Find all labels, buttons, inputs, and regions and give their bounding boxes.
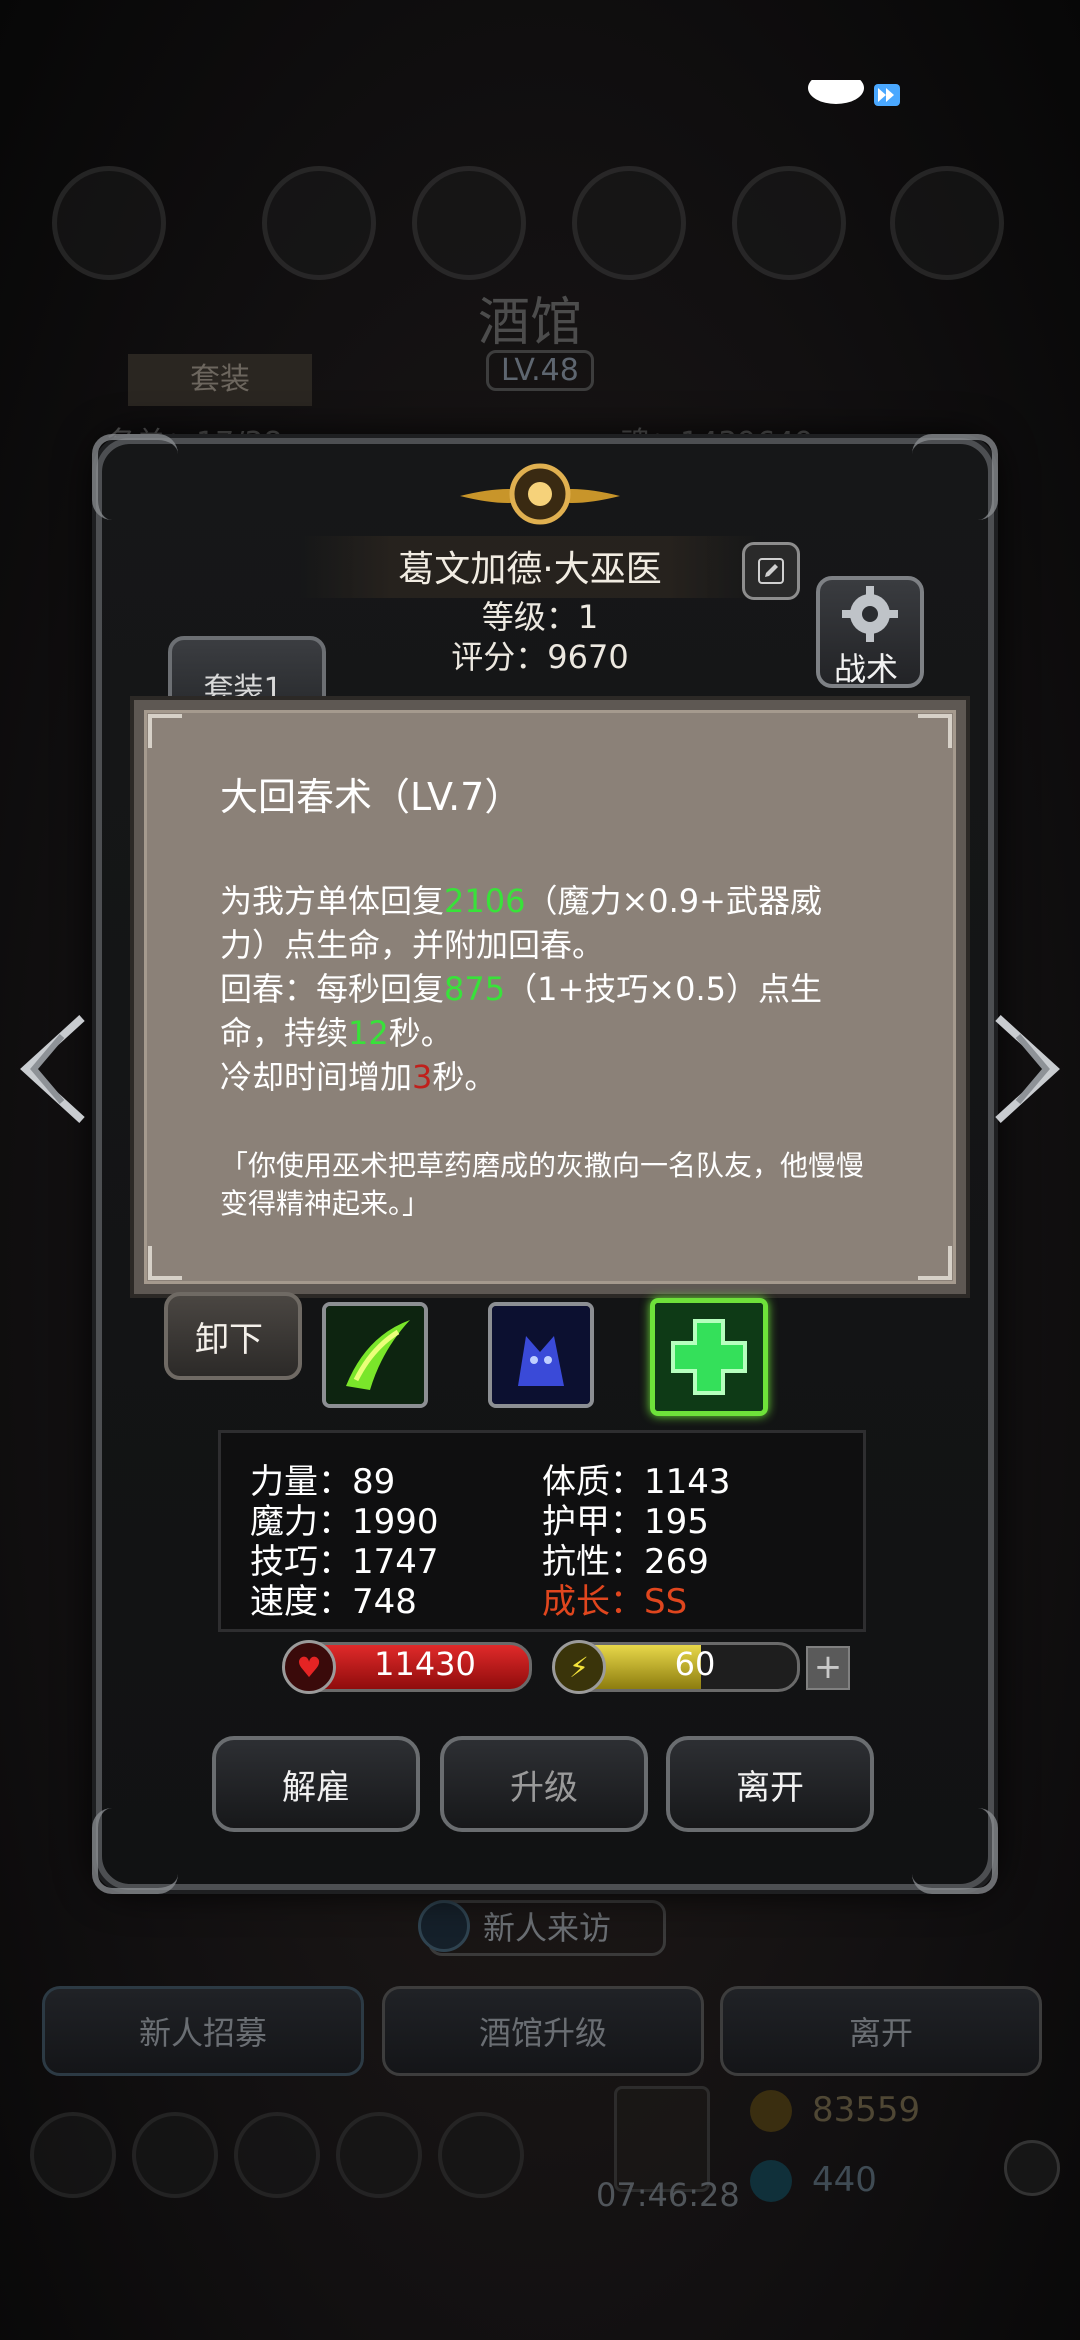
hero-name: 葛文加德·大巫医 (398, 549, 662, 590)
dock-icon (132, 2112, 218, 2198)
panel-ornament (92, 434, 178, 520)
desc-text: 回春：每秒回复 (220, 970, 445, 1008)
desc-text: 为我方单体回复 (220, 882, 445, 920)
green-cross-heal-skill-icon[interactable] (650, 1298, 768, 1416)
dock-icon (234, 2112, 320, 2198)
hero-score: 评分：9670 (451, 638, 629, 676)
green-slash-skill-icon[interactable] (322, 1302, 428, 1408)
skill-description-line: 回春：每秒回复875（1+技巧×0.5）点生 (220, 964, 822, 1010)
skill-description-line: 力）点生命，并附加回春。 (220, 926, 605, 964)
heart-icon: ♥ (282, 1640, 336, 1694)
stat-speed: 速度：748 (250, 1582, 417, 1622)
panel-ornament (912, 1808, 998, 1894)
recruit-button: 新人招募 (42, 1986, 364, 2076)
upgrade-button[interactable]: 升级 (440, 1736, 648, 1832)
gold-coin-icon (750, 2090, 792, 2132)
gem-amount: 440 (812, 2160, 877, 2200)
tactics-label: 战术 (833, 650, 898, 688)
tooltip-corner (148, 714, 182, 748)
cooldown-increase: 3 (412, 1058, 433, 1096)
gear-icon (842, 586, 898, 642)
panel-ornament (912, 434, 998, 520)
gold-amount: 83559 (812, 2090, 921, 2130)
skill-flavor-text: 变得精神起来。」 (220, 1187, 431, 1220)
skill-description-line: 冷却时间增加3秒。 (220, 1052, 496, 1098)
tavern-upgrade-button: 酒馆升级 (382, 1986, 704, 2076)
energy-value: 60 (674, 1645, 716, 1683)
background-set-tab: 套装 (128, 354, 312, 406)
previous-hero-arrow-icon[interactable] (12, 1010, 90, 1128)
visitor-icon (418, 1900, 470, 1952)
background-hero-portrait-icon (52, 166, 166, 280)
unequip-label: 卸下 (195, 1320, 263, 1360)
ad-indicator-icon[interactable] (806, 80, 906, 110)
dismiss-button[interactable]: 解雇 (212, 1736, 420, 1832)
add-energy-button[interactable]: + (806, 1646, 850, 1690)
stat-growth: 成长：SS (542, 1582, 688, 1622)
regen-duration: 12 (348, 1014, 389, 1052)
desc-text: 命，持续 (220, 1014, 349, 1052)
desc-text: （1+技巧×0.5）点生 (505, 970, 822, 1008)
panel-ornament (92, 1808, 178, 1894)
blue-wolf-skill-icon[interactable] (488, 1302, 594, 1408)
regen-amount: 875 (444, 970, 506, 1008)
next-hero-arrow-icon[interactable] (990, 1010, 1068, 1128)
leave-button[interactable]: 离开 (666, 1736, 874, 1832)
heal-amount: 2106 (444, 882, 526, 920)
edit-name-button[interactable] (742, 542, 800, 600)
skill-description-line: 命，持续12秒。 (220, 1008, 453, 1054)
tooltip-corner (918, 1246, 952, 1280)
background-hero-portrait-icon (412, 166, 526, 280)
tooltip-corner (918, 714, 952, 748)
pencil-icon (758, 558, 784, 584)
gift-timer: 07:46:28 (596, 2176, 740, 2214)
desc-text: 秒。 (388, 1014, 453, 1052)
desc-text: （魔力×0.9+武器威 (525, 882, 822, 920)
background-leave-button: 离开 (720, 1986, 1042, 2076)
skill-description-line: 为我方单体回复2106（魔力×0.9+武器威 (220, 876, 822, 922)
background-hero-portrait-icon (890, 166, 1004, 280)
dock-icon (438, 2112, 524, 2198)
golden-emblem-icon (460, 463, 620, 525)
skill-title: 大回春术（LV.7） (220, 775, 523, 819)
hp-value: 11430 (374, 1645, 476, 1683)
tooltip-corner (148, 1246, 182, 1280)
dock-icon (30, 2112, 116, 2198)
dock-side-icon (1004, 2140, 1060, 2196)
desc-text: 秒。 (432, 1058, 497, 1096)
gem-icon (750, 2160, 792, 2202)
skill-flavor-text: 「你使用巫术把草药磨成的灰撒向一名队友，他慢慢 (220, 1149, 865, 1182)
background-hero-portrait-icon (262, 166, 376, 280)
tavern-level-badge: LV.48 (486, 350, 594, 391)
background-hero-portrait-icon (732, 166, 846, 280)
dock-icon (336, 2112, 422, 2198)
desc-text: 冷却时间增加 (220, 1058, 413, 1096)
background-hero-portrait-icon (572, 166, 686, 280)
tavern-title: 酒馆 (478, 293, 583, 353)
lightning-icon: ⚡ (552, 1640, 606, 1694)
